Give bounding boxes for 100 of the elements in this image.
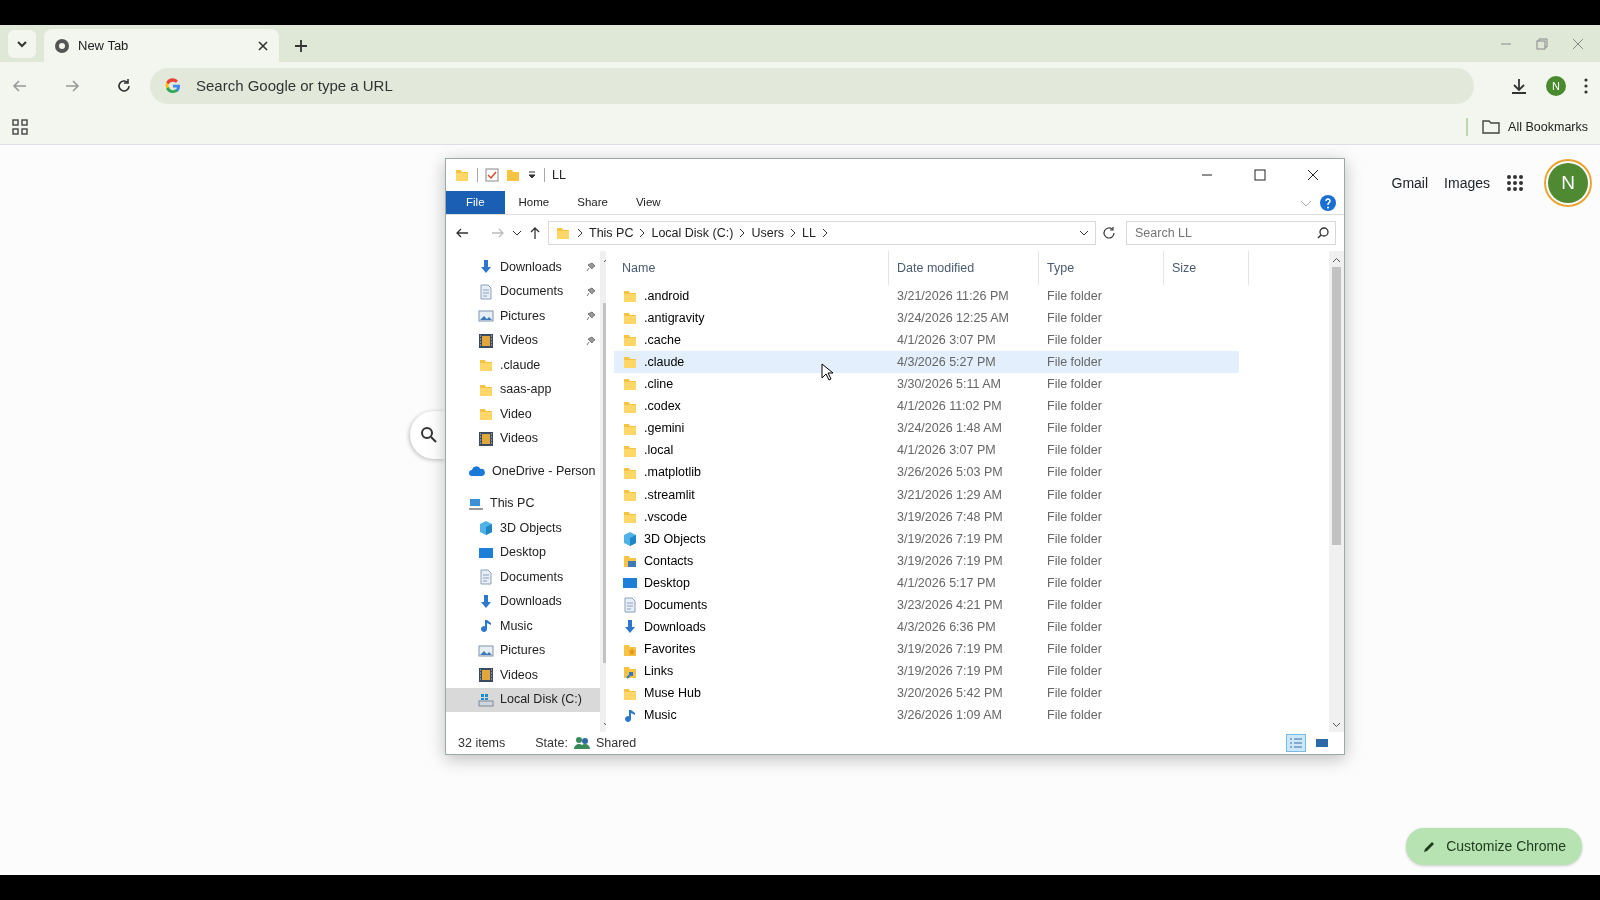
file-row[interactable]: Contacts 3/19/2026 7:19 PM File folder xyxy=(614,550,1239,573)
file-name: .local xyxy=(644,442,674,460)
nav-item[interactable]: This PC xyxy=(446,491,600,516)
up-arrow-icon[interactable] xyxy=(528,226,542,240)
help-icon[interactable] xyxy=(1320,194,1336,211)
dropdown-icon[interactable] xyxy=(527,170,537,180)
search-box[interactable]: Search LL xyxy=(1126,221,1336,245)
nav-item[interactable]: Desktop xyxy=(446,540,600,565)
nav-item[interactable]: Local Disk (C:) xyxy=(446,687,600,712)
breadcrumb-item[interactable]: Users xyxy=(751,223,785,243)
file-row[interactable]: .antigravity 3/24/2026 12:25 AM File folder xyxy=(614,307,1239,330)
state-value: Shared xyxy=(595,734,637,752)
ribbon-tab[interactable]: Home xyxy=(504,191,564,214)
column-header[interactable]: Name xyxy=(614,251,889,285)
nav-item[interactable]: Videos xyxy=(446,426,600,451)
nav-item[interactable]: saas-app xyxy=(446,377,600,402)
nav-item[interactable]: .claude xyxy=(446,353,600,378)
file-row[interactable]: .vscode 3/19/2026 7:48 PM File folder xyxy=(614,505,1239,529)
file-row[interactable]: Music 3/26/2026 1:09 AM File folder xyxy=(614,704,1239,727)
ribbon-tab[interactable]: Share xyxy=(563,191,622,214)
breadcrumb-item[interactable]: This PC xyxy=(589,223,634,243)
file-row[interactable]: Desktop 4/1/2026 5:17 PM File folder xyxy=(614,572,1239,595)
recent-dropdown-icon[interactable] xyxy=(512,228,522,238)
scrollbar-thumb[interactable] xyxy=(1332,267,1341,545)
file-name: Documents xyxy=(644,597,708,614)
breadcrumb-item[interactable]: LL xyxy=(802,223,816,243)
cube-icon xyxy=(622,531,638,548)
date-modified: 3/26/2026 5:03 PM xyxy=(896,464,1004,482)
pin-icon xyxy=(585,335,596,346)
nav-item[interactable]: Video xyxy=(446,402,600,427)
ribbon-tab[interactable]: View xyxy=(621,191,675,214)
dropdown-icon[interactable] xyxy=(1079,228,1089,238)
bookmarks-folder[interactable]: All Bookmarks xyxy=(1482,117,1588,137)
file-row[interactable]: .matplotlib 3/26/2026 5:03 PM File folder xyxy=(614,461,1239,484)
file-row[interactable]: .codex 4/1/2026 11:02 PM File folder xyxy=(614,395,1239,418)
file-row[interactable]: 3D Objects 3/19/2026 7:19 PM File folder xyxy=(614,528,1239,551)
file-row[interactable]: .streamlit 3/21/2026 1:29 AM File folder xyxy=(614,483,1239,506)
file-row[interactable]: Muse Hub 3/20/2026 5:42 PM File folder xyxy=(614,682,1239,705)
close-icon[interactable] xyxy=(257,39,269,52)
search-box[interactable] xyxy=(410,411,445,459)
nav-item[interactable]: Videos xyxy=(446,328,600,353)
nav-item[interactable]: Pictures xyxy=(446,638,600,663)
refresh-icon[interactable] xyxy=(1102,226,1116,240)
globe-icon xyxy=(54,37,70,54)
cube-icon xyxy=(478,520,494,537)
forward-arrow-icon[interactable] xyxy=(64,78,80,94)
nav-item[interactable]: 3D Objects xyxy=(446,516,600,541)
file-name: .cline xyxy=(644,376,674,394)
more-vertical-icon[interactable] xyxy=(1584,78,1588,94)
nav-item[interactable]: Downloads xyxy=(446,589,600,614)
file-row[interactable]: Documents 3/23/2026 4:21 PM File folder xyxy=(614,594,1239,617)
date-modified: 3/19/2026 7:19 PM xyxy=(896,663,1004,681)
customize-button[interactable]: Customize Chrome xyxy=(1406,828,1582,865)
file-row[interactable]: .cache 4/1/2026 3:07 PM File folder xyxy=(614,329,1239,352)
download-icon[interactable] xyxy=(1510,77,1528,95)
apps-grid-icon[interactable] xyxy=(12,119,28,135)
breadcrumb-item[interactable]: Local Disk (C:) xyxy=(651,223,734,243)
file-row[interactable]: Links 3/19/2026 7:19 PM File folder xyxy=(614,660,1239,683)
address-bar[interactable]: Search Google or type a URL xyxy=(150,68,1474,104)
file-name: .vscode xyxy=(644,508,688,526)
file-row[interactable]: Downloads 4/3/2026 6:36 PM File folder xyxy=(614,616,1239,639)
file-name: .streamlit xyxy=(644,486,695,504)
date-modified: 3/19/2026 7:19 PM xyxy=(896,530,1004,548)
document-icon xyxy=(478,283,494,300)
file-row[interactable]: .claude 4/3/2026 5:27 PM File folder xyxy=(614,351,1239,374)
column-header[interactable]: Date modified xyxy=(889,251,1039,285)
nav-item[interactable]: Videos xyxy=(446,663,600,688)
browser-tab[interactable]: New Tab xyxy=(44,29,279,62)
search-icon xyxy=(420,426,438,444)
address-bar[interactable]: This PC Local Disk (C:) Users LL xyxy=(548,221,1096,245)
file-name: 3D Objects xyxy=(644,530,706,548)
folder-icon xyxy=(454,167,470,183)
file-type: File folder xyxy=(1046,619,1103,637)
pencil-icon xyxy=(1422,839,1437,854)
date-modified: 4/1/2026 5:17 PM xyxy=(896,574,997,592)
page-link[interactable]: Images xyxy=(1444,172,1490,194)
ribbon-tab[interactable]: File xyxy=(446,191,505,214)
nav-item[interactable]: Documents xyxy=(446,565,600,590)
profile-avatar[interactable]: N xyxy=(1546,76,1566,96)
apps-grid-icon[interactable] xyxy=(1506,174,1524,192)
file-row[interactable]: Favorites 3/19/2026 7:19 PM File folder xyxy=(614,638,1239,661)
nav-item[interactable]: Downloads xyxy=(446,255,600,280)
folder-icon xyxy=(622,332,638,349)
nav-item[interactable]: Pictures xyxy=(446,304,600,329)
file-row[interactable]: .gemini 3/24/2026 1:48 AM File folder xyxy=(614,417,1239,440)
column-header[interactable]: Size xyxy=(1164,251,1249,285)
tab-search-button[interactable] xyxy=(8,30,36,58)
column-header[interactable]: Type xyxy=(1039,251,1164,285)
account-avatar[interactable]: N xyxy=(1548,163,1588,203)
nav-item[interactable]: OneDrive - Person xyxy=(446,459,600,484)
file-type: File folder xyxy=(1046,641,1103,659)
window-title: LL xyxy=(552,166,566,184)
address-field[interactable]: Search Google or type a URL xyxy=(194,73,1460,99)
properties-icon[interactable] xyxy=(485,168,499,182)
file-row[interactable]: .local 4/1/2026 3:07 PM File folder xyxy=(614,439,1239,462)
reload-icon[interactable] xyxy=(116,78,132,94)
nav-item[interactable]: Documents xyxy=(446,279,600,304)
nav-item[interactable]: Music xyxy=(446,614,600,639)
page-link[interactable]: Gmail xyxy=(1391,172,1429,194)
file-row[interactable]: .android 3/21/2026 11:26 PM File folder xyxy=(614,285,1239,308)
